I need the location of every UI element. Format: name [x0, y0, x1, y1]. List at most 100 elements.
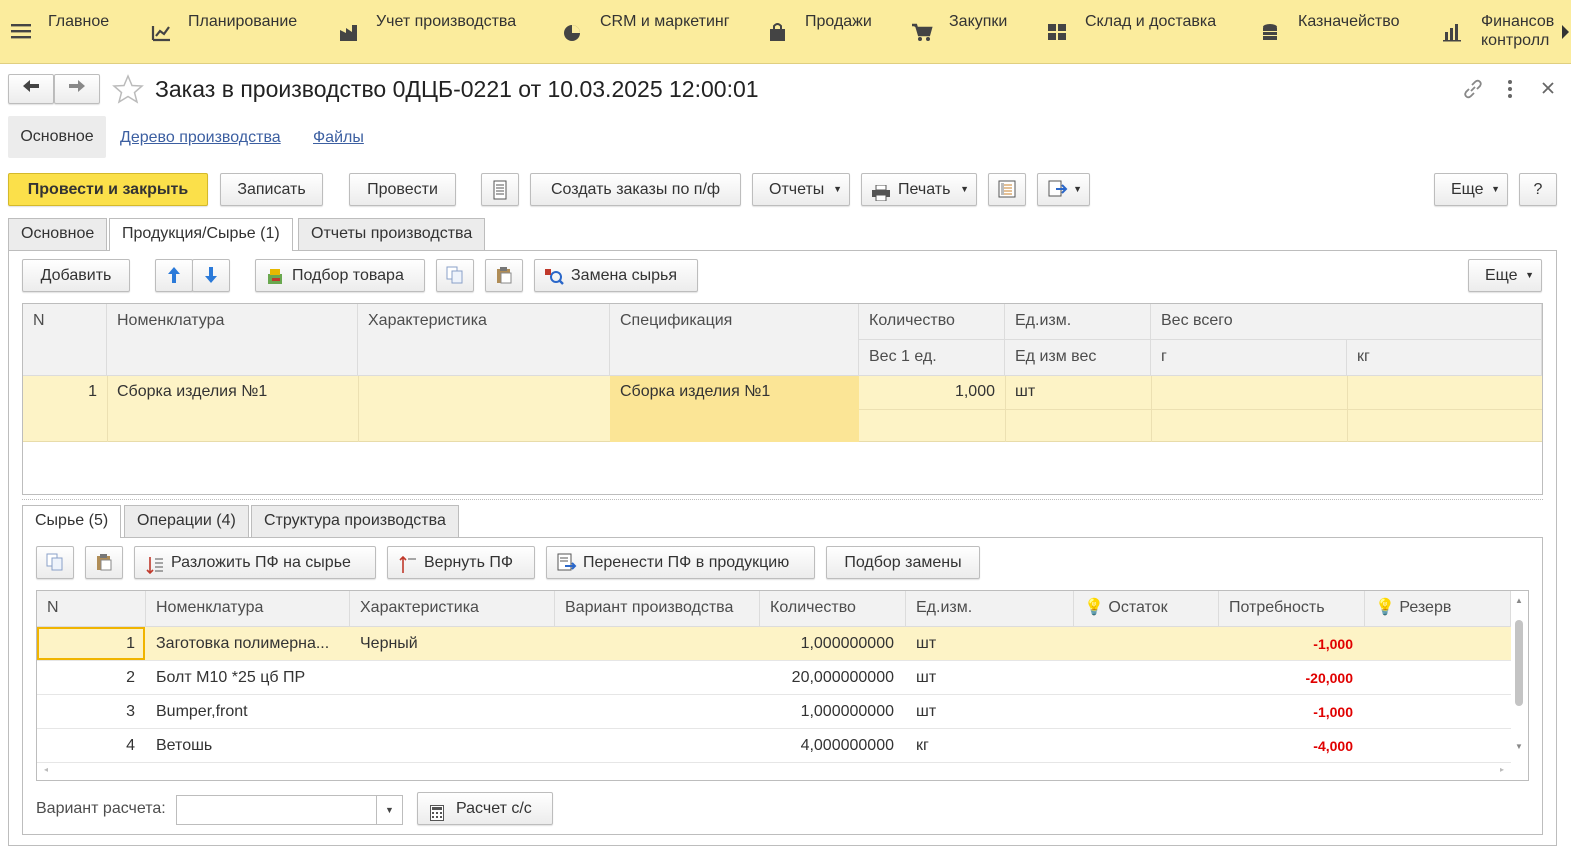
splitter[interactable] [22, 499, 1543, 500]
cell-unit: шт [1015, 383, 1036, 400]
nav-item-label: Финансов контролл [1481, 12, 1554, 50]
nav-item-treasury[interactable]: Казначейство [1260, 12, 1420, 52]
column-header-n[interactable]: N [23, 304, 107, 376]
print-dropdown-button[interactable]: Печать ▼ [861, 173, 977, 206]
section-tab-production-tree[interactable]: Дерево производства [120, 129, 281, 147]
structure-view-button[interactable] [988, 173, 1026, 206]
nav-item-label-line2: контролл [1481, 32, 1550, 49]
tab-main[interactable]: Основное [8, 218, 108, 250]
document-list-button[interactable] [481, 173, 519, 206]
table-row[interactable]: 1 Сборка изделия №1 Сборка изделия №1 1,… [23, 376, 1542, 442]
tab-raw-materials[interactable]: Сырье (5) [22, 505, 122, 538]
return-icon [399, 554, 417, 585]
table-row[interactable]: 3 Bumper,front 1,000000000 шт -1,000 [37, 695, 1511, 729]
cell-quantity: 20,000000000 [791, 669, 894, 686]
tab-production-reports[interactable]: Отчеты производства [298, 218, 486, 250]
table-row[interactable]: 2 Болт М10 *25 цб ПР 20,000000000 шт -20… [37, 661, 1511, 695]
products-more-button[interactable]: Еще ▼ [1468, 259, 1542, 292]
nav-item-finance[interactable]: Финансов контролл [1443, 12, 1558, 52]
back-button[interactable] [8, 74, 54, 104]
replace-raw-button[interactable]: Замена сырья [534, 259, 698, 292]
column-header-specification[interactable]: Спецификация [610, 304, 859, 376]
paste-button[interactable] [485, 259, 523, 292]
link-icon[interactable] [1462, 78, 1484, 104]
post-button[interactable]: Провести [349, 173, 456, 206]
nav-scroll-right-icon[interactable] [1561, 24, 1571, 40]
column-header-grams[interactable]: г [1151, 340, 1347, 376]
calc-variant-select[interactable]: ▼ [176, 795, 403, 825]
column-header-weight-unit[interactable]: Ед изм вес [1005, 340, 1151, 376]
close-icon[interactable] [1540, 80, 1556, 100]
table-row[interactable]: 4 Ветошь 4,000000000 кг -4,000 [37, 729, 1511, 763]
menu-icon [10, 22, 32, 44]
vertical-scrollbar[interactable]: ▲ ▼ [1512, 596, 1526, 756]
pick-replacement-button[interactable]: Подбор замены [826, 546, 980, 579]
column-header-n[interactable]: N [37, 591, 146, 627]
factory-icon [338, 22, 360, 44]
column-header-nomenclature[interactable]: Номенклатура [107, 304, 358, 376]
return-label: Вернуть ПФ [424, 554, 514, 571]
related-docs-dropdown-button[interactable]: ▼ [1037, 173, 1090, 206]
nav-item-warehouse[interactable]: Склад и доставка [1047, 12, 1237, 52]
horizontal-scrollbar[interactable]: ◂ ▸ [44, 765, 1504, 777]
forward-button[interactable] [54, 74, 100, 104]
section-tab-files[interactable]: Файлы [313, 129, 364, 147]
cell-n: 2 [126, 669, 135, 686]
arrow-left-icon [22, 80, 40, 97]
column-header-weight-total[interactable]: Вес всего [1151, 304, 1542, 340]
move-down-button[interactable] [192, 259, 230, 292]
tab-products-raw[interactable]: Продукция/Сырье (1) [109, 218, 293, 251]
raw-paste-button[interactable] [85, 546, 123, 579]
column-header-characteristic[interactable]: Характеристика [350, 591, 555, 627]
help-button[interactable]: ? [1519, 173, 1557, 206]
add-button[interactable]: Добавить [22, 259, 130, 292]
return-semifinished-button[interactable]: Вернуть ПФ [387, 546, 535, 579]
scroll-up-icon[interactable]: ▲ [1515, 596, 1523, 605]
column-header-need[interactable]: Потребность [1219, 591, 1365, 627]
create-orders-button[interactable]: Создать заказы по п/ф [530, 173, 741, 206]
pick-goods-label: Подбор товара [292, 267, 404, 284]
nav-item-main[interactable]: Главное [10, 12, 120, 52]
nav-item-planning[interactable]: Планирование [150, 12, 310, 52]
post-and-close-button[interactable]: Провести и закрыть [8, 173, 208, 206]
column-header-characteristic[interactable]: Характеристика [358, 304, 610, 376]
column-header-quantity[interactable]: Количество [859, 304, 1005, 340]
nav-item-purchases[interactable]: Закупки [911, 12, 1021, 52]
tab-production-structure[interactable]: Структура производства [251, 505, 459, 537]
more-options-icon[interactable] [1503, 78, 1517, 104]
cell-nomenclature: Bumper,front [156, 703, 248, 720]
calculate-cost-button[interactable]: Расчет с/с [417, 792, 553, 825]
column-header-nomenclature[interactable]: Номенклатура [146, 591, 350, 627]
table-row[interactable]: 1 Заготовка полимерна... Черный 1,000000… [37, 627, 1511, 661]
column-header-weight-per-unit[interactable]: Вес 1 ед. [859, 340, 1005, 376]
column-header-quantity[interactable]: Количество [760, 591, 906, 627]
nav-item-crm[interactable]: CRM и маркетинг [562, 12, 742, 52]
scroll-left-icon[interactable]: ◂ [44, 765, 48, 774]
raw-copy-button[interactable] [36, 546, 74, 579]
nav-item-sales[interactable]: Продажи [767, 12, 887, 52]
transfer-to-products-button[interactable]: Перенести ПФ в продукцию [546, 546, 815, 579]
save-button[interactable]: Записать [220, 173, 323, 206]
top-navigation-bar: Главное Планирование Учет производства C… [0, 0, 1571, 64]
vertical-scroll-thumb[interactable] [1515, 620, 1523, 706]
scroll-right-icon[interactable]: ▸ [1500, 765, 1504, 774]
pick-goods-button[interactable]: Подбор товара [255, 259, 425, 292]
column-header-unit[interactable]: Ед.изм. [1005, 304, 1151, 340]
nav-item-production[interactable]: Учет производства [338, 12, 538, 52]
column-header-unit[interactable]: Ед.изм. [906, 591, 1074, 627]
chevron-down-icon[interactable]: ▼ [376, 796, 402, 824]
column-header-production-variant[interactable]: Вариант производства [555, 591, 760, 627]
tab-operations[interactable]: Операции (4) [124, 505, 249, 537]
favorite-star-icon[interactable] [112, 74, 144, 106]
move-up-button[interactable] [155, 259, 193, 292]
scroll-down-icon[interactable]: ▼ [1515, 742, 1523, 751]
more-dropdown-button[interactable]: Еще ▼ [1434, 173, 1508, 206]
reports-dropdown-button[interactable]: Отчеты ▼ [752, 173, 850, 206]
decompose-button[interactable]: Разложить ПФ на сырье [134, 546, 376, 579]
copy-button[interactable] [436, 259, 474, 292]
column-header-kilograms[interactable]: кг [1347, 340, 1542, 376]
column-header-reserve[interactable]: 💡 Резерв [1365, 591, 1511, 627]
column-header-stock[interactable]: 💡 Остаток [1074, 591, 1219, 627]
nav-item-label: Склад и доставка [1085, 13, 1217, 30]
section-tab-main[interactable]: Основное [8, 116, 106, 158]
